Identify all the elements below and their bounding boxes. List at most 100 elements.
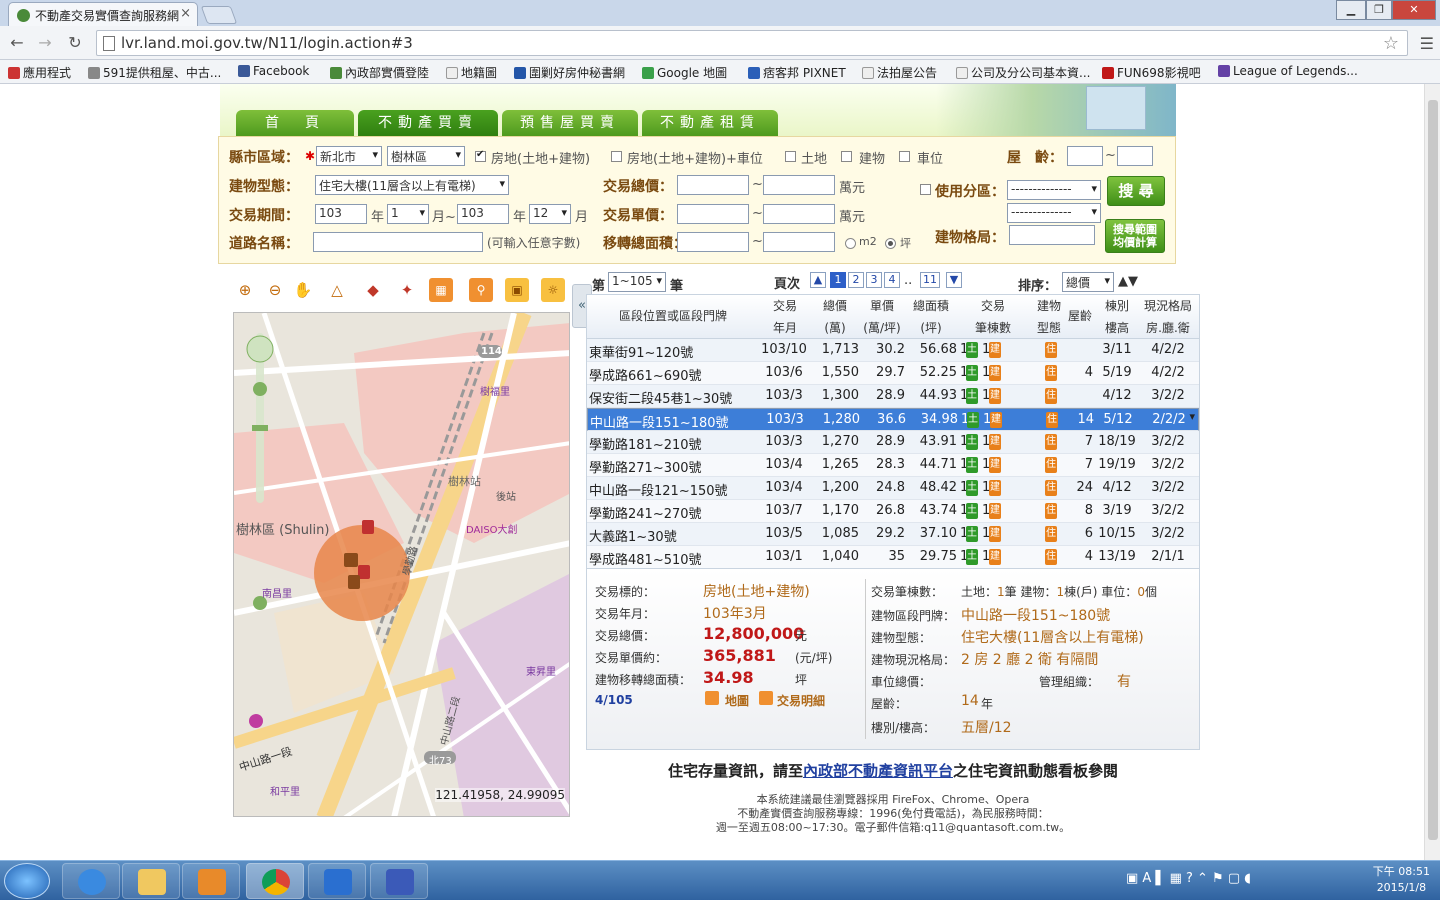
bookmark-item[interactable]: 法拍屋公告 [862,64,937,81]
start-button[interactable] [4,863,50,899]
record-range-select[interactable]: 1~105 [608,272,666,292]
checkbox-land-building[interactable] [475,149,486,162]
zoom-out-icon[interactable]: ⊖ [263,278,287,302]
average-price-button[interactable]: 搜尋範圍 均價計算 [1105,219,1165,253]
bookmark-item[interactable]: 公司及分公司基本資... [956,64,1090,81]
checkbox-building[interactable] [841,151,852,162]
month-to-select[interactable]: 12 [529,204,571,224]
street-view-icon[interactable]: ⚲ [469,278,493,302]
back-icon[interactable]: ← [6,32,28,54]
age-to-input[interactable] [1117,146,1153,166]
tab-rental[interactable]: 不動產租賃 [642,110,778,136]
area-to-input[interactable] [763,232,835,252]
minimize-button[interactable]: ▁ [1336,0,1366,20]
tab-presale[interactable]: 預售屋買賣 [502,110,638,136]
property-marker-icon[interactable] [362,520,374,534]
address-bar[interactable]: lvr.land.moi.gov.tw/N11/login.action#3 ☆ [96,30,1408,56]
page-1[interactable]: 1 [830,272,846,288]
zoom-slider-handle[interactable] [252,425,268,431]
taskbar-ie[interactable] [62,863,120,899]
table-row[interactable]: 學勤路181~210號 103/3 1,270 28.9 43.91 7 18/19 3/2/… [587,431,1199,454]
checkbox-land-building-parking[interactable] [611,151,622,162]
map-view[interactable]: 114 北73 樹林區 (Shulin) 中山路一段 樹林站 DAISO大創 樹… [233,312,570,817]
maximize-button[interactable]: ❐ [1366,0,1392,20]
map-link[interactable]: 地圖 [725,692,749,709]
total-price-from-input[interactable] [677,175,749,195]
clock[interactable]: 下午 08:51 2015/1/8 [1373,864,1430,896]
bookmark-item[interactable]: Google 地圖 [642,64,727,81]
close-tab-icon[interactable]: × [180,6,191,21]
property-marker-icon[interactable] [344,553,358,567]
bookmark-item[interactable]: League of Legends... [1218,64,1358,78]
year-from-input[interactable]: 103 [315,204,367,224]
page-11[interactable]: 11 [920,272,940,288]
tray-icons[interactable]: ▣ A ▌ ▦ ? ⌃ ⚑ ▢ ◖ [1126,871,1251,886]
menu-icon[interactable]: ☰ [1420,34,1434,53]
zoom-in-icon[interactable]: ⊕ [233,278,257,302]
new-tab-button[interactable] [200,6,238,24]
zoom-in-map-icon[interactable] [253,382,267,396]
bookmark-item[interactable]: 591提供租屋、中古... [88,64,221,81]
page-3[interactable]: 3 [866,272,882,288]
page-4[interactable]: 4 [884,272,900,288]
close-window-button[interactable]: ✕ [1392,0,1436,20]
road-input[interactable] [313,232,483,252]
bookmark-star-icon[interactable]: ☆ [1383,33,1399,54]
unit-price-from-input[interactable] [677,204,749,224]
checkbox-parking[interactable] [899,151,910,162]
bookmark-item[interactable]: FUN698影視吧 [1102,64,1201,81]
notice-link[interactable]: 內政部不動產資訊平台 [803,762,953,780]
page-next-icon[interactable]: ▼ [946,272,962,288]
month-from-select[interactable]: 1 [387,204,429,224]
sort-select[interactable]: 總價 [1062,272,1114,292]
layout-input[interactable] [1009,225,1095,245]
table-row[interactable]: 學成路661~690號 103/6 1,550 29.7 52.25 4 5/19 4/2/2… [587,362,1199,385]
table-row[interactable]: 東華街91~120號 103/10 1,713 30.2 56.68 3/11 4/2/2 1… [587,339,1199,362]
scrollbar-thumb[interactable] [1428,100,1438,840]
bookmark-item[interactable]: 圍剿好房仲秘書網 [514,64,625,81]
checkbox-zoning[interactable] [920,184,931,195]
map-link-icon[interactable] [705,691,719,705]
age-from-input[interactable] [1067,146,1103,166]
browser-tab[interactable]: 不動產交易實價查詢服務網 × [8,2,198,26]
forward-icon[interactable]: → [34,32,56,54]
tab-home[interactable]: 首 頁 [236,110,354,136]
measure-icon[interactable]: △ [325,278,349,302]
radio-ping[interactable] [885,238,896,249]
taskbar-explorer[interactable] [122,863,180,899]
district-select[interactable]: 樹林區 [387,146,465,166]
search-button[interactable]: 搜 尋 [1107,176,1165,206]
area-from-input[interactable] [677,232,749,252]
bookmark-item[interactable]: 地籍圖 [446,64,497,81]
page-prev-icon[interactable]: ▲ [810,272,826,288]
pan-control-icon[interactable] [246,335,274,363]
county-select[interactable]: 新北市 [316,146,382,166]
layer-icon[interactable]: ▦ [429,278,453,302]
table-row[interactable]: 學勤路241~270號 103/7 1,170 26.8 43.74 8 3/19 3/2/2… [587,500,1199,523]
table-row[interactable]: 學勤路271~300號 103/4 1,265 28.3 44.71 7 19/19 3/2/… [587,454,1199,477]
tab-real-estate-sales[interactable]: 不動產買賣 [358,110,498,136]
bookmark-apps[interactable]: 應用程式 [8,64,71,81]
taskbar-media[interactable] [182,863,240,899]
unit-price-to-input[interactable] [763,204,835,224]
zoning-select[interactable]: -------------- [1007,180,1101,200]
table-row[interactable]: 大義路1~30號 103/5 1,085 29.2 37.10 6 10/15 3/2/2 1 土… [587,523,1199,546]
grid-icon[interactable]: ▣ [505,278,529,302]
checkbox-land[interactable] [785,151,796,162]
sort-direction-icon[interactable]: ▲▼ [1118,274,1138,289]
page-scrollbar[interactable] [1424,84,1440,860]
marker-icon[interactable]: ◆ [361,278,385,302]
year-to-input[interactable]: 103 [457,204,509,224]
bookmark-item[interactable]: Facebook [238,64,309,78]
bookmark-item[interactable]: 內政部實價登陸 [330,64,429,81]
zoning-sub-select[interactable]: -------------- [1007,203,1101,223]
taskbar-app-2[interactable] [370,863,428,899]
sun-icon[interactable]: ☼ [541,278,565,302]
table-row[interactable]: 保安街二段45巷1~30號 103/3 1,300 28.9 44.93 4/12 3/2/… [587,385,1199,408]
reload-icon[interactable]: ↻ [64,32,86,54]
taskbar-app[interactable] [308,863,366,899]
bookmark-item[interactable]: 痞客邦 PIXNET [748,64,846,81]
taskbar-chrome[interactable] [246,863,304,899]
total-price-to-input[interactable] [763,175,835,195]
pan-hand-icon[interactable]: ✋ [291,278,315,302]
